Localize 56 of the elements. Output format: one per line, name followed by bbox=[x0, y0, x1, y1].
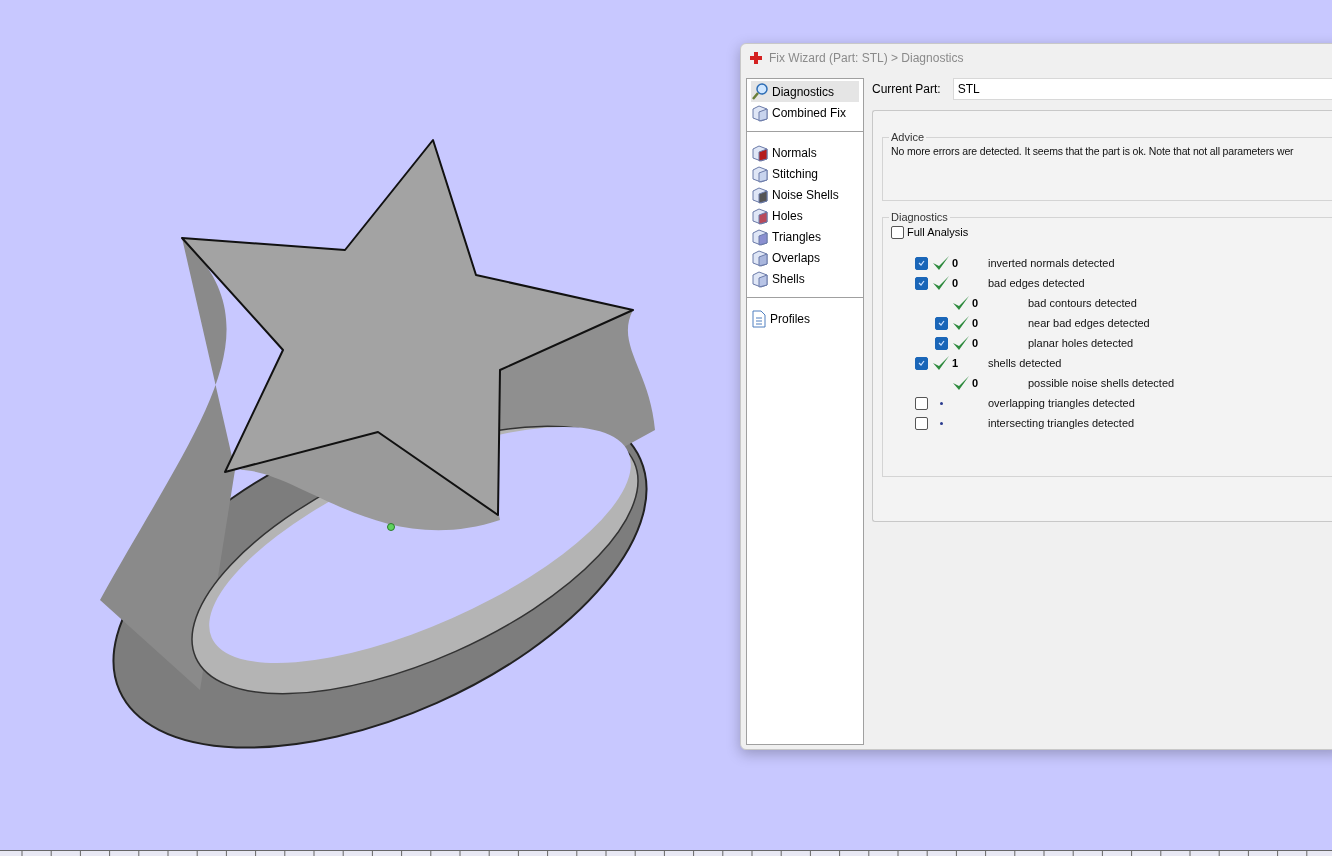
sidebar-item[interactable]: Holes bbox=[751, 205, 859, 226]
count: 0 bbox=[951, 277, 960, 289]
check-icon bbox=[917, 260, 925, 266]
checkbox[interactable] bbox=[914, 396, 928, 410]
cube-icon bbox=[751, 206, 769, 225]
checkbox[interactable] bbox=[934, 316, 948, 330]
check-icon bbox=[937, 320, 945, 326]
cube-icon bbox=[751, 185, 769, 204]
sidebar-item[interactable]: Shells bbox=[751, 268, 859, 289]
cross-icon bbox=[749, 51, 763, 65]
diagnostic-label: overlapping triangles detected bbox=[988, 397, 1135, 409]
field-label: Current Part: bbox=[872, 82, 941, 96]
count: 0 bbox=[971, 297, 980, 309]
diagnostic-label: inverted normals detected bbox=[988, 257, 1115, 269]
sidebar-item[interactable]: Normals bbox=[751, 142, 859, 163]
document-icon bbox=[751, 309, 767, 328]
cube-icon bbox=[751, 103, 769, 122]
diagnostic-label: possible noise shells detected bbox=[1028, 377, 1175, 389]
sidebar-item[interactable]: Combined Fix bbox=[751, 102, 859, 123]
cube-icon bbox=[751, 248, 769, 267]
count: 0 bbox=[971, 337, 980, 349]
cube-icon bbox=[751, 227, 769, 246]
sidebar-item[interactable]: Profiles bbox=[751, 308, 859, 329]
count: 1 bbox=[951, 357, 960, 369]
check-icon bbox=[937, 340, 945, 346]
diagnostic-label: near bad edges detected bbox=[1028, 317, 1150, 329]
diagnostic-label: bad contours detected bbox=[1028, 297, 1137, 309]
sidebar-item[interactable]: Stitching bbox=[751, 163, 859, 184]
check-icon bbox=[917, 360, 925, 366]
diagnostic-label: bad edges detected bbox=[988, 277, 1085, 289]
sidebar-item[interactable]: Diagnostics bbox=[751, 81, 859, 102]
count: 0 bbox=[971, 377, 980, 389]
cube-icon bbox=[751, 143, 769, 162]
checkbox[interactable] bbox=[914, 276, 928, 290]
cube-icon bbox=[751, 269, 769, 288]
advice-text: No more errors are detected. It seems that the part is ok. Note that not all parameters wer bbox=[891, 145, 1295, 157]
count: 0 bbox=[971, 317, 980, 329]
sidebar-item[interactable]: Triangles bbox=[751, 226, 859, 247]
sidebar-item[interactable]: Noise Shells bbox=[751, 184, 859, 205]
diagnostic-label: shells detected bbox=[988, 357, 1062, 369]
checkbox[interactable] bbox=[914, 416, 928, 430]
sidebar-item[interactable]: Overlaps bbox=[751, 247, 859, 268]
checkbox[interactable] bbox=[914, 356, 928, 370]
full-analysis-checkbox[interactable]: Full Analysis bbox=[891, 223, 1332, 241]
diagnostic-label: intersecting triangles detected bbox=[988, 417, 1135, 429]
group-title: Diagnostics bbox=[890, 211, 949, 223]
cube-icon bbox=[751, 164, 769, 183]
count: 0 bbox=[951, 257, 960, 269]
diagnostic-label: planar holes detected bbox=[1028, 337, 1134, 349]
check-icon bbox=[917, 280, 925, 286]
magnifier-icon bbox=[751, 82, 769, 101]
group-title: Advice bbox=[890, 131, 926, 143]
checkbox[interactable] bbox=[934, 336, 948, 350]
window-title: Fix Wizard (Part: STL) > Diagnostics bbox=[769, 51, 964, 65]
part-field[interactable]: STL bbox=[952, 78, 1332, 100]
checkbox[interactable] bbox=[914, 256, 928, 270]
